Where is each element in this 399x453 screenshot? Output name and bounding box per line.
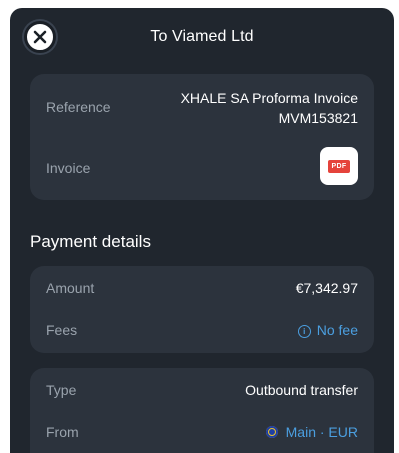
payment-details-heading: Payment details [30,232,151,251]
pdf-badge: PDF [327,159,351,173]
reference-card: Reference XHALE SA Proforma Invoice MVM1… [30,74,374,200]
fees-value[interactable]: i No fee [297,322,358,338]
fees-value-text: No fee [316,322,358,338]
reference-value: XHALE SA Proforma Invoice MVM153821 [180,90,358,126]
info-icon: i [297,325,311,338]
fees-label: Fees [46,322,78,338]
type-label: Type [46,382,77,398]
header: To Viamed Ltd [10,8,394,68]
pdf-file-icon[interactable]: PDF [320,147,358,185]
reference-label: Reference [46,99,111,115]
amount-value: €7,342.97 [295,280,358,296]
from-value[interactable]: Main · EUR [265,424,358,440]
payment-detail-screen: To Viamed Ltd Reference XHALE SA Proform… [10,8,394,453]
invoice-label: Invoice [46,160,91,176]
eu-flag-icon [265,426,278,438]
amount-label: Amount [46,280,95,296]
transfer-card: Type Outbound transfer From Main · EUR [30,368,374,453]
page-title: To Viamed Ltd [150,28,254,45]
from-value-text: Main · EUR [285,424,358,440]
type-value: Outbound transfer [245,382,358,398]
from-label: From [46,424,79,440]
amount-card: Amount €7,342.97 Fees i No fee [30,266,374,353]
